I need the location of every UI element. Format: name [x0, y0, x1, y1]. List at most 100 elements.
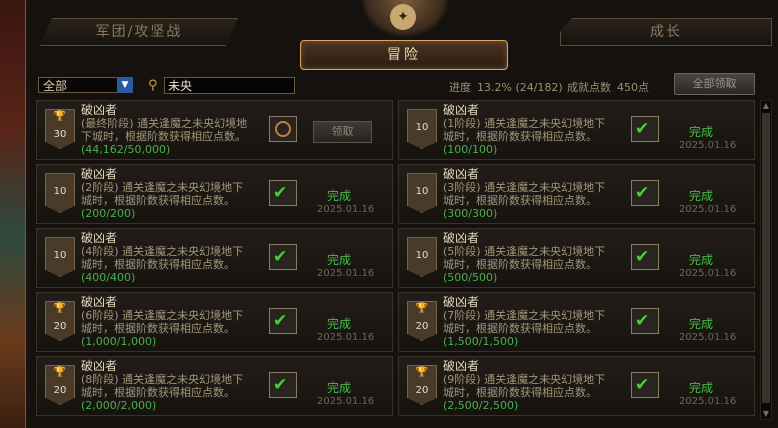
medal-points: 10: [53, 186, 67, 197]
achievement-description: (3阶段) 通关逢魔之未央幻境地下: [443, 181, 623, 194]
achievement-card: 10 破凶者 (1阶段) 通关逢魔之未央幻境地下 城时，根据阶数获得相应点数。 (100…: [398, 100, 755, 160]
achievement-progress: (1,500/1,500): [443, 335, 519, 348]
complete-date: 2025.01.16: [679, 140, 737, 151]
checkmark-icon: ✔: [273, 247, 288, 267]
achievement-progress: (500/500): [443, 271, 498, 284]
achievement-badge-icon: ✔: [269, 308, 297, 334]
achievement-progress: (2,000/2,000): [81, 399, 157, 412]
compass-icon: ✦: [390, 4, 416, 30]
achievement-desc-line2: 城时，根据阶数获得相应点数。: [81, 258, 235, 271]
emblem-icon: [275, 121, 291, 137]
achievement-desc-line1: 通关逢魔之未央幻境地下: [118, 245, 244, 258]
achievement-description: (7阶段) 通关逢魔之未央幻境地下: [443, 309, 623, 322]
tab-growth[interactable]: 成长: [560, 18, 772, 46]
achievement-progress: (400/400): [81, 271, 136, 284]
achievement-name: 破凶者: [81, 295, 118, 309]
achievement-name: 破凶者: [81, 167, 118, 181]
medal-points: 10: [53, 250, 67, 261]
achievement-stage: (最终阶段): [81, 117, 134, 130]
achievement-name: 破凶者: [443, 103, 480, 117]
achievement-card: 10 破凶者 (5阶段) 通关逢魔之未央幻境地下 城时，根据阶数获得相应点数。 (500…: [398, 228, 755, 288]
achievement-name: 破凶者: [443, 359, 480, 373]
achievement-description: (6阶段) 通关逢魔之未央幻境地下: [81, 309, 261, 322]
achievement-text: 破凶者 (3阶段) 通关逢魔之未央幻境地下 城时，根据阶数获得相应点数。 (300/3…: [443, 167, 623, 221]
achievement-badge-icon: ✔: [269, 180, 297, 206]
medal-icon: 🏆 20: [407, 301, 437, 341]
complete-status: 完成: [689, 189, 714, 203]
points-display: 成就点数 450点: [567, 79, 649, 95]
trophy-icon: 🏆: [415, 367, 429, 378]
medal-icon: 🏆 20: [45, 301, 75, 341]
achievement-text: 破凶者 (7阶段) 通关逢魔之未央幻境地下 城时，根据阶数获得相应点数。 (1,500…: [443, 295, 623, 349]
tab-adventure[interactable]: 冒险: [300, 40, 508, 70]
achievement-name: 破凶者: [81, 231, 118, 245]
achievement-stage: (9阶段): [443, 373, 481, 386]
tab-legion-siege[interactable]: 军团/攻坚战: [40, 18, 238, 46]
achievement-text: 破凶者 (8阶段) 通关逢魔之未央幻境地下 城时，根据阶数获得相应点数。 (2,000…: [81, 360, 261, 413]
achievement-desc-line1: 通关逢魔之未央幻境地下: [480, 117, 606, 130]
achievement-badge-icon: ✔: [631, 244, 659, 270]
achievement-card: 🏆 20 破凶者 (9阶段) 通关逢魔之未央幻境地下 城时，根据阶数获得相应点数。 (2,…: [398, 356, 755, 416]
checkmark-icon: ✔: [635, 183, 650, 203]
medal-points: 20: [53, 385, 67, 396]
achievement-badge-icon: ✔: [269, 244, 297, 270]
complete-date: 2025.01.16: [317, 268, 375, 279]
achievement-name: 破凶者: [443, 295, 480, 309]
scroll-up-icon[interactable]: ▲: [761, 101, 771, 111]
achievement-desc-line2: 城时，根据阶数获得相应点数。: [443, 322, 597, 335]
complete-status: 完成: [327, 189, 352, 203]
complete-status: 完成: [689, 381, 714, 395]
chevron-down-icon[interactable]: ▼: [117, 77, 133, 93]
background-decoration: [0, 0, 30, 428]
achievement-text: 破凶者 (4阶段) 通关逢魔之未央幻境地下 城时，根据阶数获得相应点数。 (400/4…: [81, 231, 261, 285]
progress-label: 进度: [449, 81, 471, 94]
scroll-down-icon[interactable]: ▼: [761, 409, 771, 419]
achievement-progress: (200/200): [81, 207, 136, 220]
checkmark-icon: ✔: [273, 311, 288, 331]
achievement-desc-line1: 通关逢魔之未央幻境地下: [118, 373, 244, 386]
achievement-card: 🏆 20 破凶者 (8阶段) 通关逢魔之未央幻境地下 城时，根据阶数获得相应点数。 (2,…: [36, 356, 393, 416]
medal-icon: 🏆 20: [45, 365, 75, 405]
achievement-desc-line1: 通关逢魔之未央幻境地下: [480, 373, 606, 386]
achievement-text: 破凶者 (5阶段) 通关逢魔之未央幻境地下 城时，根据阶数获得相应点数。 (500/5…: [443, 232, 623, 285]
scrollbar-thumb[interactable]: [762, 113, 770, 403]
achievement-badge-icon: [269, 116, 297, 142]
medal-icon: 10: [45, 173, 75, 213]
trophy-icon: 🏆: [53, 303, 67, 314]
achievement-desc-line1: 通关逢魔之未央幻境地下: [480, 245, 606, 258]
complete-status: 完成: [327, 253, 352, 267]
complete-date: 2025.01.16: [317, 332, 375, 343]
checkmark-icon: ✔: [635, 311, 650, 331]
achievement-desc-line2: 城时，根据阶数获得相应点数。: [443, 386, 597, 399]
achievement-stage: (8阶段): [81, 373, 119, 386]
progress-value: 13.2% (24/182): [477, 81, 563, 94]
achievement-window: ✦ 军团/攻坚战 成长 冒险 全部 ▼ ⚲ 未央 进度 13.2% (24/182…: [30, 0, 778, 428]
medal-points: 10: [415, 122, 429, 133]
medal-icon: 🏆 20: [407, 365, 437, 405]
claim-all-button[interactable]: 全部领取: [674, 73, 755, 95]
progress-display: 进度 13.2% (24/182): [449, 79, 563, 95]
search-input[interactable]: 未央: [164, 77, 295, 94]
achievement-description: (5阶段) 通关逢魔之未央幻境地下: [443, 245, 623, 258]
achievement-badge-icon: ✔: [269, 372, 297, 398]
achievement-description: (4阶段) 通关逢魔之未央幻境地下: [81, 245, 261, 258]
achievement-desc-line2: 城时，根据阶数获得相应点数。: [443, 130, 597, 143]
achievement-desc-line1: 通关逢魔之未央幻境地下: [480, 309, 606, 322]
category-dropdown[interactable]: 全部 ▼: [38, 77, 133, 93]
achievement-card: 10 破凶者 (2阶段) 通关逢魔之未央幻境地下 城时，根据阶数获得相应点数。 (200…: [36, 164, 393, 224]
achievement-text: 破凶者 (2阶段) 通关逢魔之未央幻境地下 城时，根据阶数获得相应点数。 (200/2…: [81, 167, 261, 221]
achievement-description: (1阶段) 通关逢魔之未央幻境地下: [443, 117, 623, 130]
medal-points: 20: [415, 321, 429, 332]
achievement-desc-line1: 通关逢魔之未央幻境地下: [118, 181, 244, 194]
complete-date: 2025.01.16: [679, 268, 737, 279]
achievement-list: 🏆 30 破凶者 (最终阶段) 通关逢魔之未央幻境地 下城时，根据阶数获得相应点数。 (4…: [36, 100, 755, 420]
scrollbar[interactable]: ▲ ▼: [760, 100, 772, 420]
achievement-text: 破凶者 (6阶段) 通关逢魔之未央幻境地下 城时，根据阶数获得相应点数。 (1,000…: [81, 295, 261, 349]
medal-icon: 10: [45, 237, 75, 277]
achievement-name: 破凶者: [443, 167, 480, 181]
achievement-stage: (4阶段): [81, 245, 119, 258]
achievement-badge-icon: ✔: [631, 116, 659, 142]
achievement-card: 10 破凶者 (3阶段) 通关逢魔之未央幻境地下 城时，根据阶数获得相应点数。 (300…: [398, 164, 755, 224]
claim-button[interactable]: 领取: [313, 121, 372, 143]
complete-status: 完成: [689, 317, 714, 331]
